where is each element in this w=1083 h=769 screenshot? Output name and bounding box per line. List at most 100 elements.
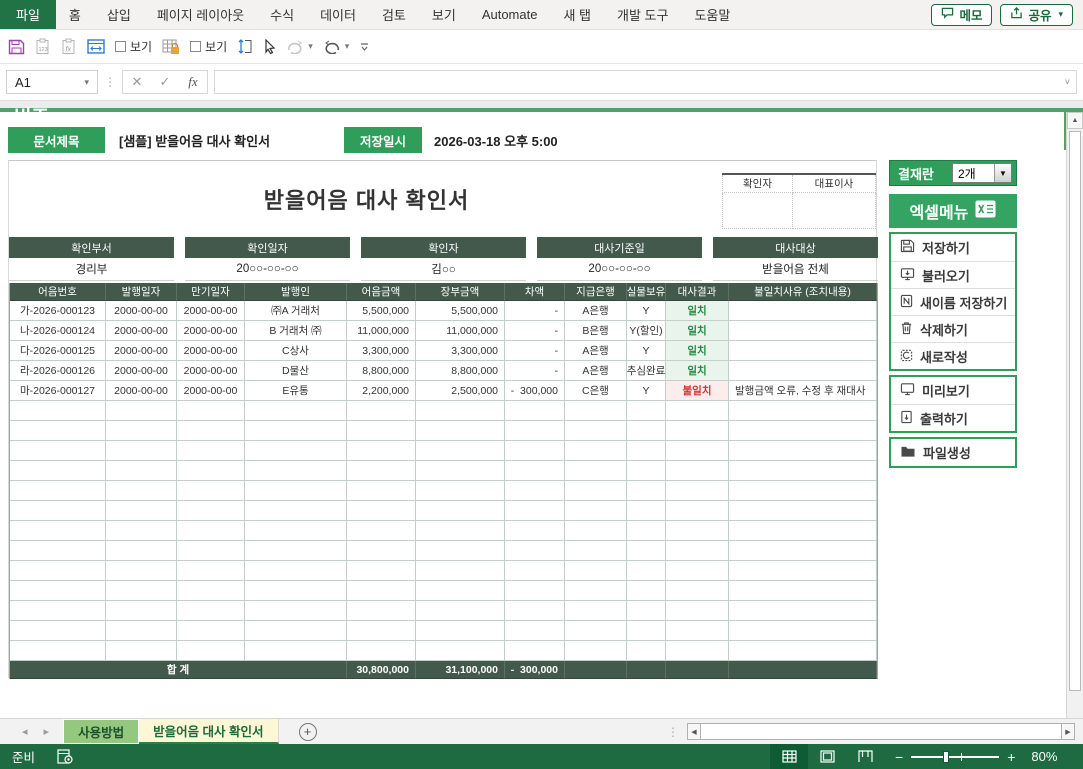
table-cell[interactable]: 2000-00-00 [106, 341, 177, 361]
table-cell[interactable] [627, 421, 666, 441]
table-cell[interactable]: 일치 [666, 361, 729, 381]
table-cell[interactable] [177, 621, 245, 641]
table-cell[interactable] [177, 641, 245, 661]
sheet-prev-icon[interactable]: ◂ [22, 725, 28, 738]
field-value[interactable]: 김○○ [361, 258, 526, 281]
chevron-down-icon[interactable]: ▾ [1058, 9, 1063, 20]
approval-col-confirmer[interactable]: 확인자 [722, 175, 793, 193]
table-cell[interactable] [505, 481, 565, 501]
table-cell[interactable]: A은행 [565, 341, 627, 361]
field-value[interactable]: 20○○-○○-○○ [537, 258, 702, 281]
table-cell[interactable] [177, 461, 245, 481]
table-cell[interactable] [505, 621, 565, 641]
table-cell[interactable] [416, 421, 505, 441]
row-height-icon[interactable] [237, 38, 253, 55]
table-cell[interactable]: ㈜A 거래처 [245, 301, 347, 321]
table-cell[interactable] [245, 441, 347, 461]
table-cell[interactable] [666, 401, 729, 421]
table-cell[interactable] [106, 481, 177, 501]
table-cell[interactable] [505, 521, 565, 541]
table-cell[interactable] [10, 601, 106, 621]
table-cell[interactable] [729, 301, 877, 321]
table-cell[interactable] [347, 601, 416, 621]
add-sheet-button[interactable]: + [299, 723, 317, 741]
table-cell[interactable] [347, 441, 416, 461]
more-commands-icon[interactable] [359, 41, 370, 53]
table-cell[interactable] [10, 401, 106, 421]
macro-record-icon[interactable] [57, 749, 73, 764]
table-cell[interactable] [505, 601, 565, 621]
table-cell[interactable] [565, 521, 627, 541]
table-cell[interactable] [627, 441, 666, 461]
table-cell[interactable] [106, 501, 177, 521]
table-cell[interactable] [666, 541, 729, 561]
total-label[interactable]: 합 계 [10, 661, 347, 679]
table-cell[interactable] [416, 501, 505, 521]
table-cell[interactable] [729, 401, 877, 421]
chevron-down-icon[interactable]: ▾ [345, 41, 350, 52]
table-cell[interactable]: 3,300,000 [347, 341, 416, 361]
table-cell[interactable] [347, 521, 416, 541]
table-cell[interactable] [565, 401, 627, 421]
table-cell[interactable] [666, 581, 729, 601]
table-cell[interactable] [106, 401, 177, 421]
table-cell[interactable]: C은행 [565, 381, 627, 401]
save-icon[interactable] [8, 39, 25, 55]
table-cell[interactable]: 발행금액 오류, 수정 후 재대사 [729, 381, 877, 401]
scroll-left-icon[interactable]: ◀ [687, 723, 701, 740]
table-header-cell[interactable]: 대사결과 [666, 283, 729, 301]
approval-sign-cell[interactable] [793, 193, 876, 229]
table-cell[interactable] [627, 481, 666, 501]
table-cell[interactable] [565, 641, 627, 661]
chevron-down-icon[interactable]: ▾ [84, 77, 89, 88]
name-box[interactable]: A1 ▾ [6, 70, 98, 94]
table-cell[interactable] [177, 441, 245, 461]
horizontal-scrollbar[interactable]: ◀ ▶ [687, 723, 1075, 740]
table-header-cell[interactable]: 발행일자 [106, 283, 177, 301]
table-cell[interactable] [666, 461, 729, 481]
table-cell[interactable] [666, 641, 729, 661]
table-cell[interactable] [347, 561, 416, 581]
cursor-icon[interactable] [263, 39, 276, 55]
table-cell[interactable] [627, 581, 666, 601]
table-cell[interactable] [416, 601, 505, 621]
table-cell[interactable] [505, 561, 565, 581]
table-cell[interactable]: Y [627, 301, 666, 321]
table-cell[interactable]: 마-2026-000127 [10, 381, 106, 401]
table-cell[interactable] [627, 561, 666, 581]
table-cell[interactable] [245, 541, 347, 561]
table-cell[interactable]: B 거래처 ㈜ [245, 321, 347, 341]
table-cell[interactable] [729, 561, 877, 581]
table-cell[interactable] [416, 541, 505, 561]
ribbon-tab-개발 도구[interactable]: 개발 도구 [604, 0, 681, 29]
table-cell[interactable]: 2000-00-00 [177, 361, 245, 381]
table-cell[interactable]: 2000-00-00 [106, 301, 177, 321]
table-cell[interactable]: 8,800,000 [347, 361, 416, 381]
table-header-cell[interactable]: 실물보유 [627, 283, 666, 301]
table-cell[interactable] [627, 621, 666, 641]
table-cell[interactable] [416, 441, 505, 461]
table-cell[interactable] [245, 421, 347, 441]
paste-values-icon[interactable]: 123 [35, 38, 51, 55]
table-cell[interactable]: Y(할인) [627, 321, 666, 341]
doc-title-value[interactable]: [샘플] 받을어음 대사 확인서 [119, 131, 344, 150]
table-header-cell[interactable]: 불일치사유 (조치내용) [729, 283, 877, 301]
table-cell[interactable] [347, 421, 416, 441]
scroll-right-icon[interactable]: ▶ [1061, 723, 1075, 740]
sheet-tab-사용방법[interactable]: 사용방법 [63, 719, 139, 744]
approval-sign-cell[interactable] [722, 193, 793, 229]
table-cell[interactable] [416, 561, 505, 581]
menu-print-button[interactable]: 출력하기 [891, 404, 1015, 431]
table-cell[interactable] [106, 621, 177, 641]
table-cell[interactable] [505, 401, 565, 421]
table-cell[interactable]: 2000-00-00 [177, 301, 245, 321]
table-cell[interactable] [347, 541, 416, 561]
table-cell[interactable] [177, 601, 245, 621]
table-cell[interactable] [729, 621, 877, 641]
table-cell[interactable] [565, 601, 627, 621]
table-cell[interactable]: Y [627, 341, 666, 361]
table-cell[interactable] [627, 401, 666, 421]
table-cell[interactable]: 일치 [666, 341, 729, 361]
table-cell[interactable] [177, 561, 245, 581]
table-cell[interactable]: - [505, 341, 565, 361]
